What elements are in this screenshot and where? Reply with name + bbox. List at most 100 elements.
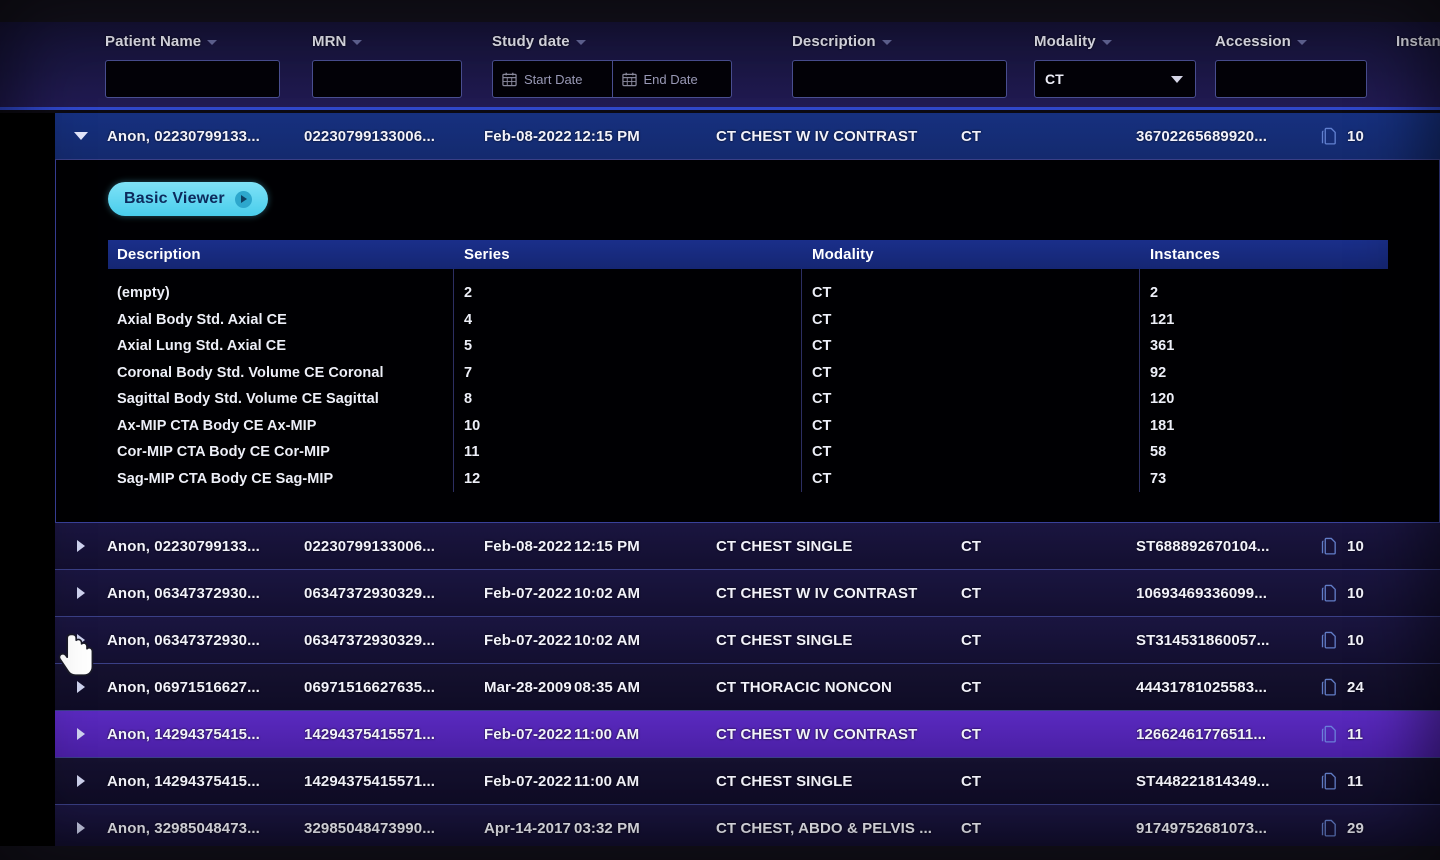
- series-row[interactable]: Axial Lung Std. Axial CE5CT361: [108, 333, 1388, 360]
- study-modality: CT: [961, 773, 1136, 790]
- series-cell-description: Ax-MIP CTA Body CE Ax-MIP: [108, 418, 453, 434]
- instances-document-icon: [1321, 678, 1338, 697]
- end-date-field[interactable]: End Date: [612, 61, 732, 97]
- filter-input-accession[interactable]: [1215, 60, 1367, 98]
- filter-select-modality[interactable]: CT: [1034, 60, 1196, 98]
- filter-input-description[interactable]: [792, 60, 1007, 98]
- study-instances-count: 24: [1347, 679, 1364, 696]
- series-row[interactable]: Cor-MIP CTA Body CE Cor-MIP11CT58: [108, 439, 1388, 466]
- series-cell-description: Coronal Body Std. Volume CE Coronal: [108, 365, 453, 381]
- sort-caret-icon[interactable]: [1297, 40, 1307, 45]
- study-accession: 44431781025583...: [1136, 679, 1321, 696]
- expand-toggle[interactable]: [55, 681, 107, 693]
- filter-column-mrn: MRN: [312, 22, 462, 98]
- series-row[interactable]: (empty)2CT2: [108, 280, 1388, 307]
- study-row[interactable]: Anon, 14294375415...14294375415571...Feb…: [55, 711, 1440, 758]
- study-patient-name: Anon, 14294375415...: [107, 726, 304, 743]
- filter-column-instan: Instan: [1396, 22, 1440, 52]
- series-cell-instances: 120: [1139, 391, 1384, 407]
- filter-input-patient-name[interactable]: [105, 60, 280, 98]
- study-date: Feb-07-2022: [484, 773, 574, 790]
- study-row[interactable]: Anon, 06347372930...06347372930329...Feb…: [55, 570, 1440, 617]
- study-mrn: 32985048473990...: [304, 820, 484, 837]
- filter-input-mrn[interactable]: [312, 60, 462, 98]
- series-row[interactable]: Sagittal Body Std. Volume CE Sagittal8CT…: [108, 386, 1388, 413]
- sort-caret-icon[interactable]: [1102, 40, 1112, 45]
- study-mrn: 06347372930329...: [304, 585, 484, 602]
- series-cell-modality: CT: [801, 285, 1139, 301]
- study-row[interactable]: Anon, 06971516627...06971516627635...Mar…: [55, 664, 1440, 711]
- study-row[interactable]: Anon, 14294375415...14294375415571...Feb…: [55, 758, 1440, 805]
- study-patient-name: Anon, 06971516627...: [107, 679, 304, 696]
- study-mrn: 06971516627635...: [304, 679, 484, 696]
- series-divider: [801, 269, 802, 492]
- study-description: CT CHEST, ABDO & PELVIS ...: [716, 820, 961, 837]
- filter-label-text: Description: [792, 33, 876, 50]
- study-row[interactable]: Anon, 02230799133...02230799133006...Feb…: [55, 113, 1440, 160]
- filter-label-accession: Accession: [1215, 22, 1367, 52]
- chevron-right-icon: [77, 775, 85, 787]
- study-modality: CT: [961, 585, 1136, 602]
- expand-toggle[interactable]: [55, 132, 107, 140]
- study-mrn: 02230799133006...: [304, 538, 484, 555]
- study-time: 10:02 AM: [574, 585, 716, 602]
- series-cell-description: Cor-MIP CTA Body CE Cor-MIP: [108, 444, 453, 460]
- study-row[interactable]: Anon, 02230799133...02230799133006...Feb…: [55, 523, 1440, 570]
- series-header-description[interactable]: Description: [108, 246, 453, 263]
- series-cell-series: 11: [453, 444, 801, 460]
- filter-label-modality: Modality: [1034, 22, 1196, 52]
- expand-toggle[interactable]: [55, 775, 107, 787]
- filter-column-description: Description: [792, 22, 1007, 98]
- sort-caret-icon[interactable]: [882, 40, 892, 45]
- study-mrn: 14294375415571...: [304, 773, 484, 790]
- study-time: 12:15 PM: [574, 128, 716, 145]
- series-header-modality[interactable]: Modality: [801, 246, 1139, 263]
- study-mrn: 14294375415571...: [304, 726, 484, 743]
- series-row[interactable]: Axial Body Std. Axial CE4CT121: [108, 307, 1388, 334]
- series-row[interactable]: Ax-MIP CTA Body CE Ax-MIP10CT181: [108, 413, 1388, 440]
- series-cell-modality: CT: [801, 418, 1139, 434]
- sort-caret-icon[interactable]: [576, 40, 586, 45]
- series-cell-instances: 121: [1139, 312, 1384, 328]
- expand-toggle[interactable]: [55, 540, 107, 552]
- series-cell-instances: 58: [1139, 444, 1384, 460]
- series-cell-description: (empty): [108, 285, 453, 301]
- start-date-field[interactable]: Start Date: [493, 61, 612, 97]
- study-patient-name: Anon, 06347372930...: [107, 585, 304, 602]
- series-row[interactable]: Coronal Body Std. Volume CE Coronal7CT92: [108, 360, 1388, 387]
- study-accession: ST314531860057...: [1136, 632, 1321, 649]
- study-modality: CT: [961, 632, 1136, 649]
- basic-viewer-button[interactable]: Basic Viewer: [108, 182, 268, 216]
- series-header-series[interactable]: Series: [453, 246, 801, 263]
- series-table: DescriptionSeriesModalityInstances (empty…: [108, 240, 1388, 492]
- filter-label-text: Modality: [1034, 33, 1096, 50]
- study-instances-count: 10: [1347, 585, 1364, 602]
- series-divider: [1139, 269, 1140, 492]
- series-cell-series: 12: [453, 471, 801, 487]
- series-cell-description: Axial Body Std. Axial CE: [108, 312, 453, 328]
- expanded-study-panel: Basic Viewer DescriptionSeriesModalityIns…: [55, 160, 1440, 523]
- series-cell-instances: 73: [1139, 471, 1384, 487]
- expand-toggle[interactable]: [55, 634, 107, 646]
- series-cell-instances: 181: [1139, 418, 1384, 434]
- study-patient-name: Anon, 02230799133...: [107, 128, 304, 145]
- sort-caret-icon[interactable]: [207, 40, 217, 45]
- study-instances: 29: [1321, 819, 1431, 838]
- expand-toggle[interactable]: [55, 587, 107, 599]
- filter-label-description: Description: [792, 22, 1007, 52]
- chevron-down-icon[interactable]: [1171, 76, 1183, 83]
- study-date: Feb-08-2022: [484, 128, 574, 145]
- series-cell-series: 5: [453, 338, 801, 354]
- study-description: CT CHEST W IV CONTRAST: [716, 726, 961, 743]
- expand-toggle[interactable]: [55, 822, 107, 834]
- study-row[interactable]: Anon, 32985048473...32985048473990...Apr…: [55, 805, 1440, 852]
- series-row[interactable]: Sag-MIP CTA Body CE Sag-MIP12CT73: [108, 466, 1388, 493]
- study-date: Apr-14-2017: [484, 820, 574, 837]
- series-header-instances[interactable]: Instances: [1139, 246, 1384, 263]
- study-row[interactable]: Anon, 06347372930...06347372930329...Feb…: [55, 617, 1440, 664]
- study-time: 10:02 AM: [574, 632, 716, 649]
- sort-caret-icon[interactable]: [352, 40, 362, 45]
- study-instances-count: 10: [1347, 632, 1364, 649]
- calendar-icon: [622, 72, 637, 87]
- expand-toggle[interactable]: [55, 728, 107, 740]
